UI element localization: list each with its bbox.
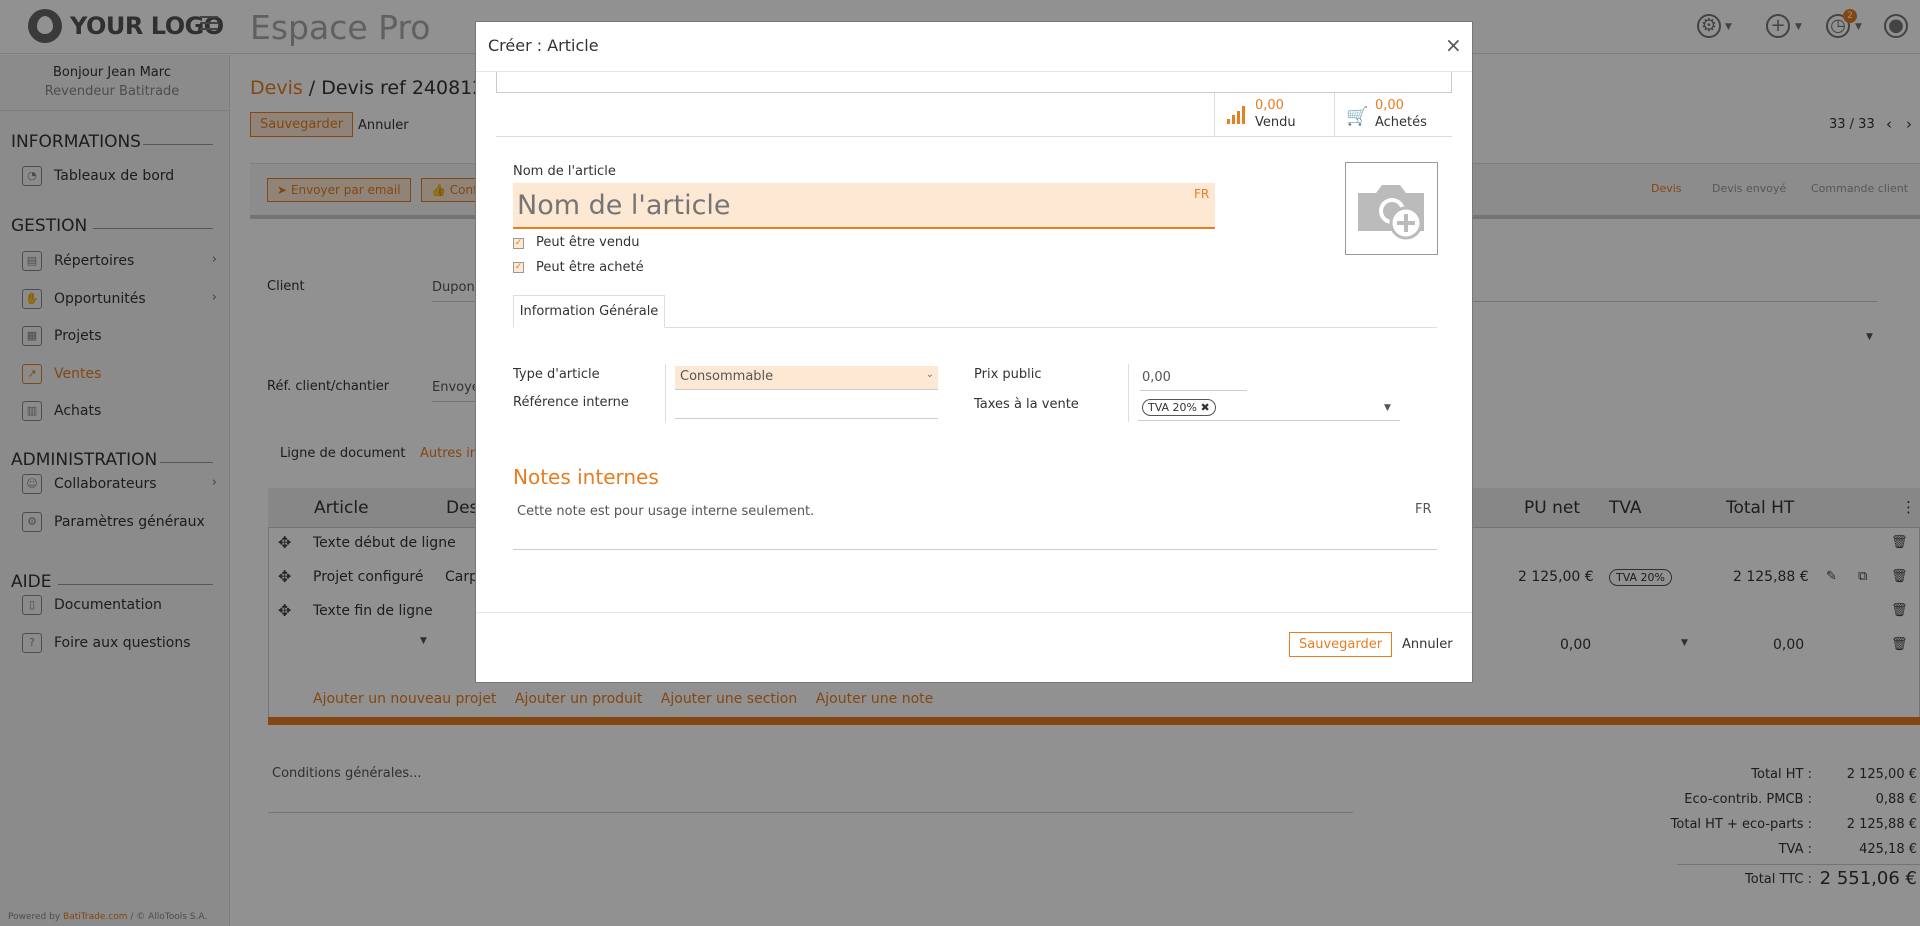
bought-label: Achetés: [1375, 115, 1427, 130]
price-input[interactable]: 0,00: [1140, 367, 1247, 391]
cart-icon: 🛒: [1346, 106, 1369, 127]
stats-row: 0,00 Vendu 🛒 0,00 Achetés: [496, 93, 1452, 137]
tax-tag[interactable]: TVA 20% ✖: [1142, 399, 1216, 416]
divider: [476, 612, 1472, 613]
can-buy-checkbox[interactable]: ✓: [513, 262, 524, 273]
sold-label: Vendu: [1255, 115, 1296, 130]
can-sell-checkbox[interactable]: ✓: [513, 238, 524, 249]
name-label: Nom de l'article: [513, 164, 616, 179]
chevron-down-icon: ⌄: [925, 369, 934, 380]
notes-title: Notes internes: [513, 465, 659, 489]
can-buy-label: Peut être acheté: [536, 260, 644, 275]
camera-add-icon: [1358, 185, 1424, 240]
tax-label: Taxes à la vente: [974, 397, 1079, 412]
signal-icon: [1226, 103, 1248, 125]
internal-ref-input[interactable]: [675, 398, 938, 419]
remove-tag-icon[interactable]: ✖: [1201, 401, 1210, 414]
tab-general-info[interactable]: Information Générale: [513, 295, 665, 328]
language-badge[interactable]: FR: [1415, 502, 1432, 517]
article-type-value: Consommable: [680, 369, 774, 384]
tax-tag-label: TVA 20%: [1148, 401, 1198, 414]
type-label: Type d'article: [513, 367, 600, 382]
dialog-cancel-button[interactable]: Annuler: [1402, 637, 1453, 652]
dialog-header: Créer : Article ×: [476, 22, 1472, 72]
article-type-select[interactable]: Consommable ⌄: [675, 366, 938, 390]
create-article-dialog: Créer : Article × 0,00 Vendu 🛒 0,00 Ache…: [475, 21, 1473, 683]
dialog-save-button[interactable]: Sauvegarder: [1289, 632, 1393, 657]
can-sell-label: Peut être vendu: [536, 235, 640, 250]
chevron-down-icon[interactable]: ▼: [1384, 403, 1391, 413]
divider: [665, 364, 666, 422]
photo-upload[interactable]: [1345, 162, 1438, 255]
article-name-input[interactable]: [513, 183, 1215, 229]
bought-stat-button[interactable]: 🛒 0,00 Achetés: [1334, 93, 1452, 136]
close-icon[interactable]: ×: [1445, 33, 1462, 57]
sold-stat-button[interactable]: 0,00 Vendu: [1214, 93, 1334, 136]
notes-field[interactable]: Cette note est pour usage interne seulem…: [517, 504, 814, 519]
language-badge[interactable]: FR: [1194, 187, 1209, 201]
divider: [1128, 364, 1129, 422]
price-label: Prix public: [974, 367, 1042, 382]
ref-label: Référence interne: [513, 395, 629, 410]
top-field[interactable]: [496, 72, 1452, 93]
bought-value: 0,00: [1375, 98, 1404, 113]
sold-value: 0,00: [1255, 98, 1284, 113]
dialog-title: Créer : Article: [488, 36, 599, 55]
divider: [513, 549, 1437, 550]
